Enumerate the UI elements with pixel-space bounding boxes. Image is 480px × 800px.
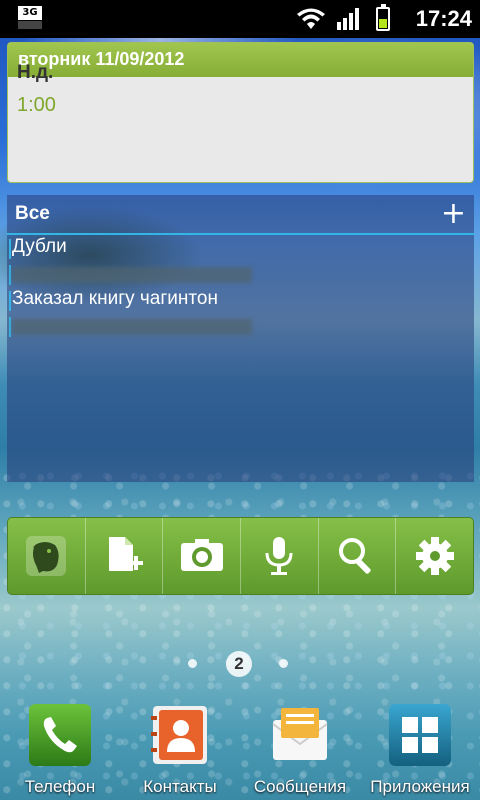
evernote-toolbar bbox=[7, 517, 474, 595]
status-clock: 17:24 bbox=[415, 6, 472, 31]
note-list-item[interactable] bbox=[7, 261, 474, 287]
snapshot-button[interactable] bbox=[163, 518, 242, 594]
note-title: Заказал книгу чагинтон bbox=[12, 288, 218, 309]
dock-label-contacts[interactable]: Контакты bbox=[120, 777, 240, 797]
notes-widget-header: Все + bbox=[7, 195, 474, 235]
signal-strength-icon bbox=[337, 8, 359, 30]
apps-grid-icon[interactable] bbox=[389, 704, 451, 766]
note-list-item[interactable]: Дубли bbox=[7, 235, 474, 261]
contacts-icon[interactable] bbox=[149, 704, 211, 766]
notes-widget-title[interactable]: Все bbox=[15, 203, 50, 225]
note-accent-bar bbox=[9, 239, 11, 259]
calendar-date-header[interactable]: вторник 11/09/2012 bbox=[8, 43, 473, 77]
page-dot[interactable] bbox=[279, 659, 288, 668]
note-accent-bar bbox=[9, 291, 11, 311]
note-title: Дубли bbox=[12, 236, 67, 257]
battery-icon bbox=[376, 4, 390, 31]
new-note-icon bbox=[109, 537, 143, 571]
dock-label-apps[interactable]: Приложения bbox=[360, 777, 480, 797]
messages-icon[interactable] bbox=[269, 704, 331, 766]
note-title-redacted bbox=[12, 267, 252, 283]
note-title-redacted bbox=[12, 319, 252, 335]
wifi-icon bbox=[297, 8, 325, 29]
note-list-item[interactable]: Заказал книгу чагинтон bbox=[7, 287, 474, 313]
audio-note-button[interactable] bbox=[241, 518, 319, 594]
camera-icon bbox=[180, 539, 223, 571]
microphone-icon bbox=[265, 537, 293, 575]
phone-icon[interactable] bbox=[29, 704, 91, 766]
current-page-indicator: 2 bbox=[226, 651, 252, 677]
battery-level-fill bbox=[379, 19, 387, 28]
add-note-button[interactable]: + bbox=[441, 199, 466, 229]
note-accent-bar bbox=[9, 317, 11, 337]
status-bar: 3G 17:24 bbox=[0, 0, 480, 38]
home-page-indicator: 2 bbox=[0, 651, 480, 677]
evernote-button[interactable] bbox=[8, 518, 86, 594]
calendar-event-time: 1:00 bbox=[17, 94, 56, 116]
calendar-event-title[interactable]: Н.д. bbox=[17, 62, 53, 84]
dock-label-messages[interactable]: Сообщения bbox=[240, 777, 360, 797]
search-button[interactable] bbox=[319, 518, 397, 594]
data-activity-icon bbox=[18, 21, 42, 29]
notes-widget: Все + Дубли Заказал книгу чагинтон bbox=[7, 195, 474, 482]
search-icon bbox=[339, 538, 371, 574]
network-type-badge: 3G bbox=[18, 6, 42, 20]
new-note-button[interactable] bbox=[86, 518, 164, 594]
evernote-elephant-icon bbox=[26, 536, 67, 576]
note-accent-bar bbox=[9, 265, 11, 285]
calendar-widget[interactable]: вторник 11/09/2012 bbox=[7, 42, 474, 183]
settings-button[interactable] bbox=[396, 518, 473, 594]
note-list-item[interactable] bbox=[7, 313, 474, 339]
dock-label-phone[interactable]: Телефон bbox=[0, 777, 120, 797]
settings-gear-icon bbox=[415, 537, 454, 575]
page-dot[interactable] bbox=[188, 659, 197, 668]
